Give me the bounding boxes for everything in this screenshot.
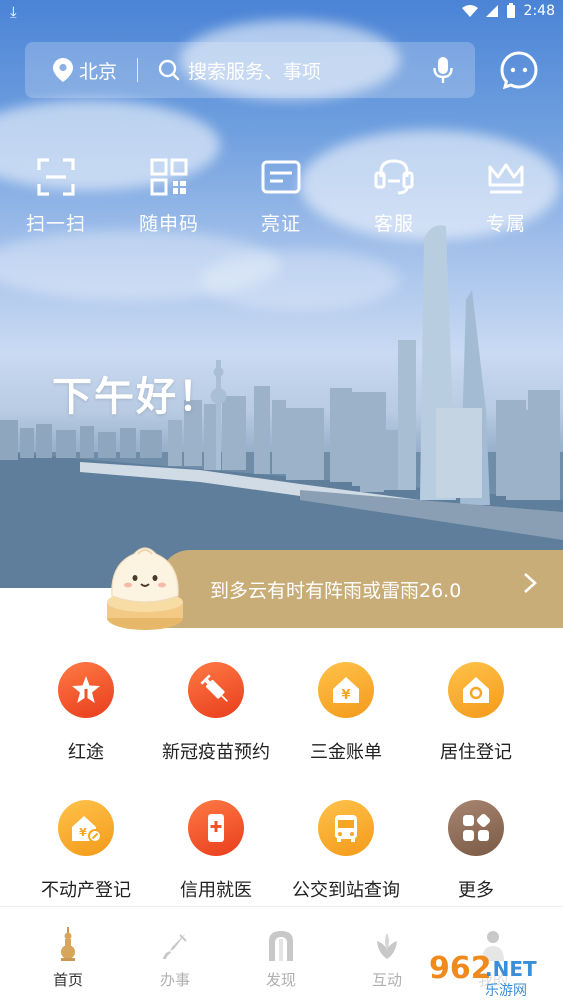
more-apps-icon bbox=[448, 800, 504, 856]
search-icon bbox=[158, 59, 180, 81]
service-label: 三金账单 bbox=[310, 742, 382, 763]
status-bar: ⤓ 2:48 bbox=[0, 0, 563, 26]
tab-services[interactable]: 办事 bbox=[135, 925, 215, 990]
phone-medical-icon bbox=[188, 800, 244, 856]
message-icon[interactable] bbox=[500, 51, 538, 89]
quick-action-card[interactable]: 亮证 bbox=[236, 157, 326, 236]
service-item-credit-medical[interactable]: 信用就医 bbox=[146, 800, 286, 902]
tab-label: 首页 bbox=[52, 971, 83, 989]
quick-actions: 扫一扫 随申码 亮证 客服 专属 bbox=[0, 157, 563, 247]
search-bar[interactable]: 北京 搜索服务、事项 bbox=[25, 42, 475, 98]
magnolia-icon bbox=[347, 925, 427, 961]
quick-action-qr-code[interactable]: 随申码 bbox=[124, 157, 214, 236]
city-label: 北京 bbox=[79, 60, 118, 83]
star-flag-icon bbox=[58, 662, 114, 718]
chevron-right-icon bbox=[523, 572, 537, 600]
tab-interact[interactable]: 互动 bbox=[347, 925, 427, 990]
microphone-icon[interactable] bbox=[433, 56, 453, 84]
battery-icon bbox=[506, 3, 515, 18]
search-placeholder: 搜索服务、事项 bbox=[188, 60, 322, 83]
quick-action-label: 客服 bbox=[373, 213, 414, 235]
service-item-residence-registration[interactable]: 居住登记 bbox=[406, 662, 546, 764]
pagoda-icon bbox=[28, 925, 108, 961]
service-item-vaccine[interactable]: 新冠疫苗预约 bbox=[146, 662, 286, 764]
watermark-domain: .NET bbox=[485, 957, 537, 981]
quick-action-label: 专属 bbox=[485, 213, 526, 235]
syringe-icon bbox=[188, 662, 244, 718]
tab-home[interactable]: 首页 bbox=[28, 925, 108, 990]
weather-banner[interactable]: 到多云有时有阵雨或雷雨26.0 bbox=[160, 550, 563, 628]
xiaolongbao-mascot-icon bbox=[107, 547, 183, 630]
search-divider bbox=[137, 58, 139, 82]
service-label: 不动产登记 bbox=[41, 880, 131, 901]
status-time: 2:48 bbox=[523, 3, 555, 19]
service-item-property-registration[interactable]: ¥ 不动产登记 bbox=[16, 800, 156, 902]
crown-icon bbox=[488, 163, 524, 194]
quick-action-scan[interactable]: 扫一扫 bbox=[11, 157, 101, 236]
weather-text: 到多云有时有阵雨或雷雨26.0 bbox=[210, 580, 462, 602]
wifi-icon bbox=[461, 5, 478, 17]
service-item-more[interactable]: 更多 bbox=[406, 800, 546, 902]
quick-action-service[interactable]: 客服 bbox=[349, 157, 439, 236]
signal-icon bbox=[485, 5, 498, 17]
quick-action-label: 扫一扫 bbox=[25, 213, 86, 235]
scan-icon bbox=[37, 158, 75, 196]
location-selector[interactable]: 北京 bbox=[25, 57, 117, 84]
greeting-text: 下午好！ bbox=[52, 374, 220, 420]
tab-label: 办事 bbox=[159, 971, 190, 989]
svg-text:¥: ¥ bbox=[341, 688, 350, 703]
service-label: 新冠疫苗预约 bbox=[162, 742, 270, 763]
house-yuan-icon: ¥ bbox=[318, 662, 374, 718]
tab-label: 发现 bbox=[265, 971, 296, 989]
qr-code-icon bbox=[150, 158, 188, 196]
service-label: 居住登记 bbox=[440, 742, 512, 763]
service-label: 公交到站查询 bbox=[292, 880, 400, 901]
watermark-sub: 乐游网 bbox=[485, 983, 527, 999]
bus-icon bbox=[318, 800, 374, 856]
service-label: 红途 bbox=[68, 742, 104, 763]
svg-text:¥: ¥ bbox=[79, 826, 87, 839]
service-label: 更多 bbox=[458, 880, 494, 901]
property-icon: ¥ bbox=[58, 800, 114, 856]
service-item-hongtu[interactable]: 红途 bbox=[16, 662, 156, 764]
quick-action-label: 随申码 bbox=[138, 213, 199, 235]
headset-icon bbox=[374, 159, 414, 195]
card-icon bbox=[261, 160, 301, 194]
pen-icon bbox=[135, 925, 215, 961]
download-icon: ⤓ bbox=[10, 3, 17, 21]
service-label: 信用就医 bbox=[180, 880, 252, 901]
site-watermark-logo: 962 .NET 乐游网 bbox=[423, 946, 563, 1000]
service-item-bus-query[interactable]: 公交到站查询 bbox=[276, 800, 416, 902]
quick-action-exclusive[interactable]: 专属 bbox=[461, 157, 551, 236]
watermark-brand: 962 bbox=[429, 951, 492, 986]
house-icon bbox=[448, 662, 504, 718]
service-item-three-funds-bill[interactable]: ¥ 三金账单 bbox=[276, 662, 416, 764]
tab-discover[interactable]: 发现 bbox=[241, 925, 321, 990]
quick-action-label: 亮证 bbox=[260, 213, 301, 235]
tab-label: 互动 bbox=[371, 971, 402, 989]
arch-icon bbox=[241, 925, 321, 961]
location-pin-icon bbox=[53, 58, 73, 82]
search-input[interactable]: 搜索服务、事项 bbox=[158, 57, 475, 84]
